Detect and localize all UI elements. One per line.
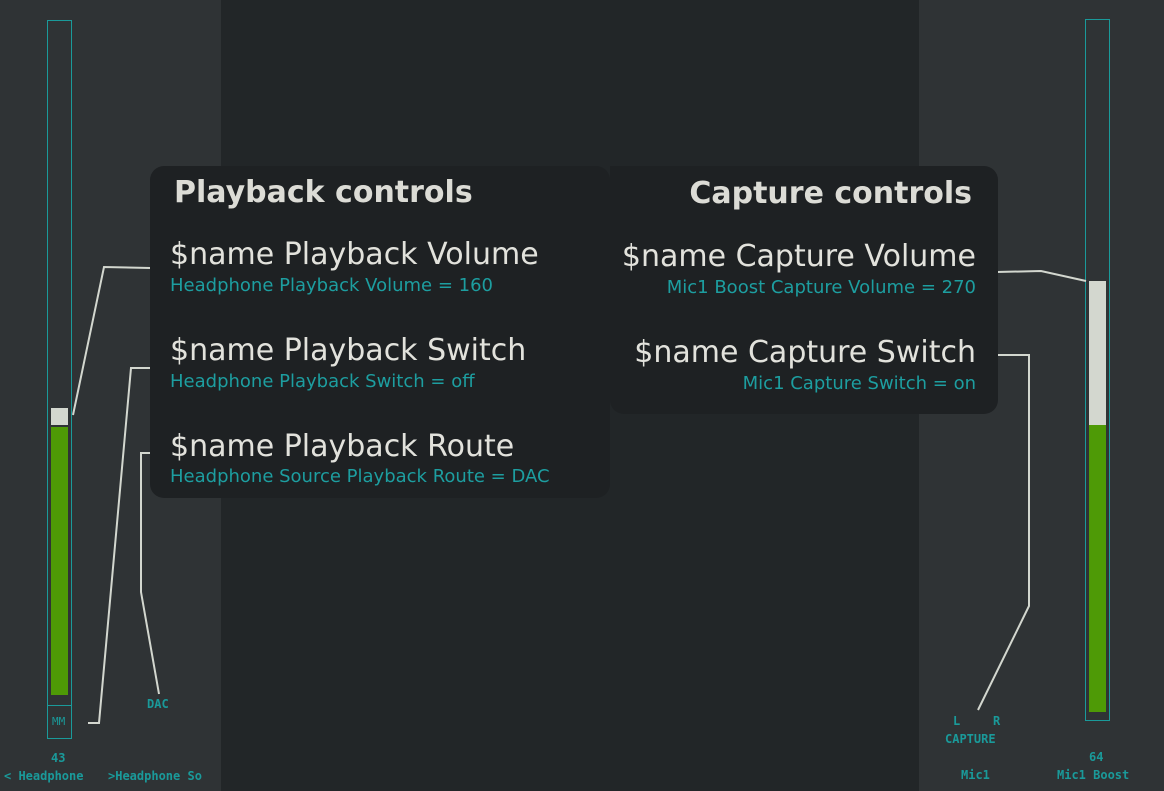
capture-controls-panel: Capture controls $name Capture Volume Mi… [610, 166, 998, 414]
capture-volume-name: $name Capture Volume [621, 239, 976, 274]
playback-switch-value: Headphone Playback Switch = off [170, 371, 475, 392]
capture-section-title: Capture controls [689, 176, 972, 211]
playback-route-value: Headphone Source Playback Route = DAC [170, 466, 550, 487]
playback-volume-name: $name Playback Volume [170, 237, 539, 272]
capture-volume-connector [996, 269, 1087, 282]
playback-switch-name: $name Playback Switch [170, 333, 527, 368]
capture-switch-value: Mic1 Capture Switch = on [742, 373, 976, 394]
capture-switch-name: $name Capture Switch [634, 335, 976, 370]
playback-volume-value: Headphone Playback Volume = 160 [170, 275, 493, 296]
capture-volume-value: Mic1 Boost Capture Volume = 270 [666, 277, 976, 298]
playback-route-name: $name Playback Route [170, 429, 515, 464]
playback-controls-panel: Playback controls $name Playback Volume … [150, 166, 610, 498]
volume-connector [72, 265, 151, 416]
playback-section-title: Playback controls [174, 175, 473, 210]
